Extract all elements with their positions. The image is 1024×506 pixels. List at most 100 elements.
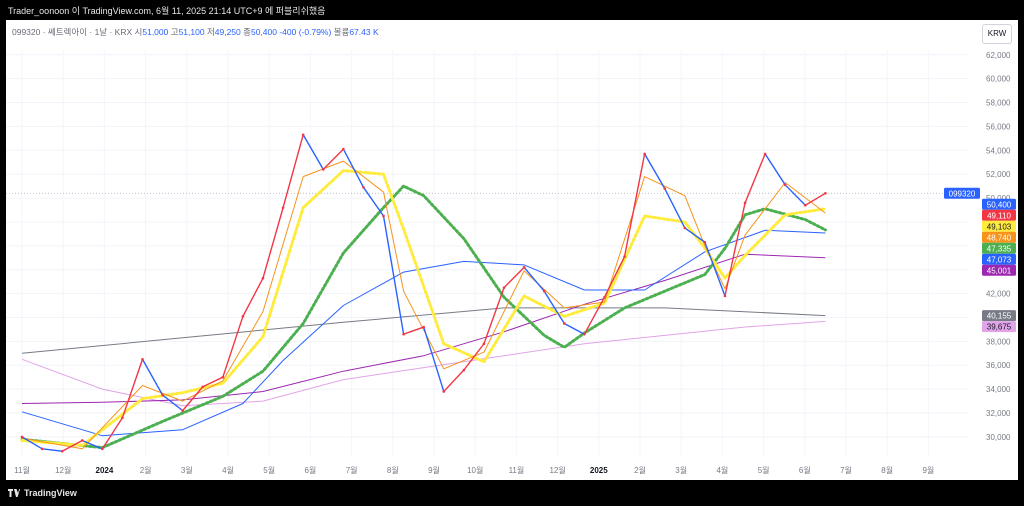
price-point	[623, 255, 626, 258]
price-point	[181, 409, 184, 412]
price-segment	[724, 202, 746, 297]
price-label-text: 45,001	[987, 266, 1012, 275]
x-tick-label: 5월	[758, 465, 770, 475]
price-segment	[603, 256, 626, 298]
price-point	[703, 240, 707, 244]
price-point	[402, 332, 405, 336]
price-label-text: 49,103	[987, 222, 1012, 231]
price-point	[161, 393, 164, 397]
volume-value: 67.43 K	[349, 27, 379, 37]
price-label-text: 47,073	[987, 255, 1012, 264]
price-segment	[342, 148, 365, 188]
price-point	[603, 295, 606, 299]
price-segment	[262, 207, 284, 279]
close-label: 종	[243, 27, 251, 37]
price-point	[241, 314, 245, 318]
x-tick-label: 4월	[716, 465, 728, 475]
price-point	[643, 152, 646, 156]
x-tick-label: 12월	[55, 465, 71, 475]
symbol-legend: 099320 · 쎄트렉아이 · 1날 · KRX 시51,000 고51,10…	[12, 26, 379, 38]
price-point	[422, 325, 426, 329]
x-tick-label: 3월	[181, 465, 193, 475]
price-label-text: 39,675	[987, 323, 1012, 332]
price-point	[121, 416, 124, 420]
chart-panel[interactable]: 30,00032,00034,00036,00038,00040,00042,0…	[6, 20, 1018, 480]
x-tick-label: 10월	[467, 465, 483, 475]
price-point	[683, 226, 687, 230]
x-tick-label: 7월	[346, 465, 358, 475]
low-label: 저	[206, 27, 215, 37]
price-point	[763, 152, 767, 156]
currency-button[interactable]: KRW	[982, 24, 1012, 44]
price-segment	[443, 369, 465, 392]
price-point	[40, 447, 44, 451]
moving-average-line	[21, 320, 826, 407]
price-point	[723, 294, 727, 298]
price-point	[80, 439, 84, 442]
x-tick-label: 8월	[387, 465, 399, 475]
price-point	[542, 289, 546, 293]
price-segment	[403, 326, 424, 335]
price-segment	[644, 153, 666, 189]
price-point	[804, 203, 807, 207]
x-tick-label: 2024	[96, 466, 114, 475]
x-tick-label: 9월	[922, 465, 934, 475]
y-tick-label: 52,000	[986, 170, 1011, 179]
price-point	[342, 147, 345, 151]
price-segment	[764, 153, 786, 186]
y-tick-label: 42,000	[986, 290, 1011, 299]
moving-average-line	[21, 229, 826, 437]
price-point	[301, 133, 305, 137]
price-segment	[684, 227, 706, 243]
x-tick-label: 9월	[428, 465, 440, 475]
price-point	[362, 186, 365, 189]
price-point	[783, 183, 787, 187]
publish-title: Trader_oonoon 이 TradingView.com, 6월 11, …	[8, 6, 326, 16]
price-chart[interactable]: 30,00032,00034,00036,00038,00040,00042,0…	[6, 20, 1018, 480]
x-tick-label: 2월	[634, 465, 646, 475]
price-point	[442, 390, 446, 393]
price-point	[583, 332, 586, 336]
price-label-text: 47,335	[987, 244, 1012, 253]
price-point	[321, 168, 325, 171]
high-label: 고	[170, 27, 179, 37]
price-point	[201, 385, 205, 389]
x-tick-label: 6월	[304, 465, 316, 475]
y-tick-label: 30,000	[986, 433, 1011, 442]
price-segment	[222, 316, 244, 378]
price-segment	[744, 153, 766, 204]
x-tick-label: 2월	[140, 465, 152, 475]
y-tick-label: 38,000	[986, 337, 1011, 346]
y-tick-label: 34,000	[986, 385, 1011, 394]
tradingview-logo[interactable]: TradingView	[8, 488, 77, 498]
moving-average-line	[21, 160, 826, 450]
price-point	[663, 187, 667, 190]
high-value: 51,100	[178, 27, 205, 37]
x-tick-label: 12월	[549, 465, 565, 475]
price-segment	[463, 343, 485, 371]
x-tick-label: 3월	[675, 465, 687, 475]
x-tick-label: 6월	[799, 465, 811, 475]
y-tick-label: 62,000	[986, 51, 1011, 60]
bottom-bar: TradingView	[0, 480, 1024, 506]
price-segment	[42, 448, 63, 452]
price-point	[824, 191, 827, 195]
price-point	[221, 375, 225, 379]
moving-average-line	[20, 184, 827, 450]
symbol-name: 099320 · 쎄트렉아이 · 1날 · KRX	[12, 27, 133, 37]
price-point	[281, 206, 285, 209]
x-tick-label: 5월	[263, 465, 275, 475]
x-tick-label: 8월	[881, 465, 893, 475]
price-point	[462, 368, 466, 372]
price-point	[101, 447, 104, 451]
price-point	[502, 286, 506, 289]
y-tick-label: 60,000	[986, 75, 1011, 84]
price-point	[743, 201, 747, 205]
x-tick-label: 4월	[222, 465, 234, 475]
price-segment	[563, 322, 585, 335]
price-label-text: 50,400	[987, 200, 1012, 209]
price-point	[261, 276, 265, 280]
price-segment	[302, 134, 324, 170]
price-segment	[583, 296, 606, 335]
y-tick-label: 32,000	[986, 409, 1011, 418]
